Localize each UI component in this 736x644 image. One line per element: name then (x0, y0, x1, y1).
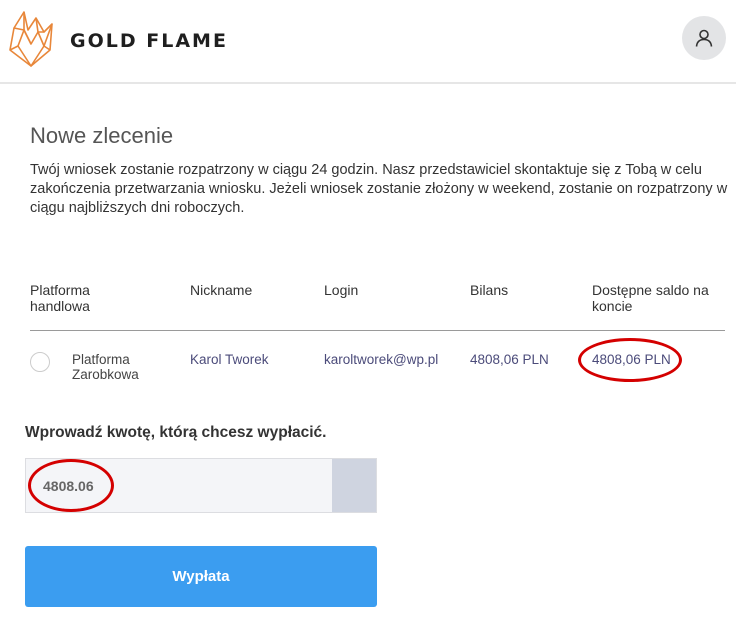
amount-addon (332, 459, 376, 512)
table-header-platform: Platforma handlowa (30, 282, 90, 314)
row-platform: Platforma Zarobkowa (72, 352, 139, 382)
table-header-balance: Bilans (470, 282, 509, 298)
user-icon (695, 29, 713, 47)
table-header-available: Dostępne saldo na koncie (592, 282, 709, 314)
row-balance: 4808,06 PLN (470, 352, 549, 367)
amount-input[interactable] (26, 459, 332, 512)
row-nickname: Karol Tworek (190, 352, 269, 367)
row-login: karoltworek@wp.pl (324, 352, 439, 367)
flame-logo-icon (9, 11, 53, 67)
page-description: Twój wniosek zostanie rozpatrzony w ciąg… (30, 162, 728, 216)
row-available: 4808,06 PLN (592, 352, 671, 367)
amount-field (25, 458, 377, 513)
withdraw-button[interactable]: Wypłata (25, 546, 377, 607)
table-header-login: Login (324, 282, 359, 298)
table-header-nickname: Nickname (190, 282, 253, 298)
app-header: GOLD FLAME (0, 0, 736, 84)
page-title: Nowe zlecenie (30, 123, 174, 148)
account-radio[interactable] (30, 352, 50, 372)
table-divider (30, 330, 725, 331)
amount-label: Wprowadź kwotę, którą chcesz wypłacić. (25, 424, 327, 441)
brand-name: GOLD FLAME (70, 30, 228, 52)
user-menu-button[interactable] (682, 16, 726, 60)
